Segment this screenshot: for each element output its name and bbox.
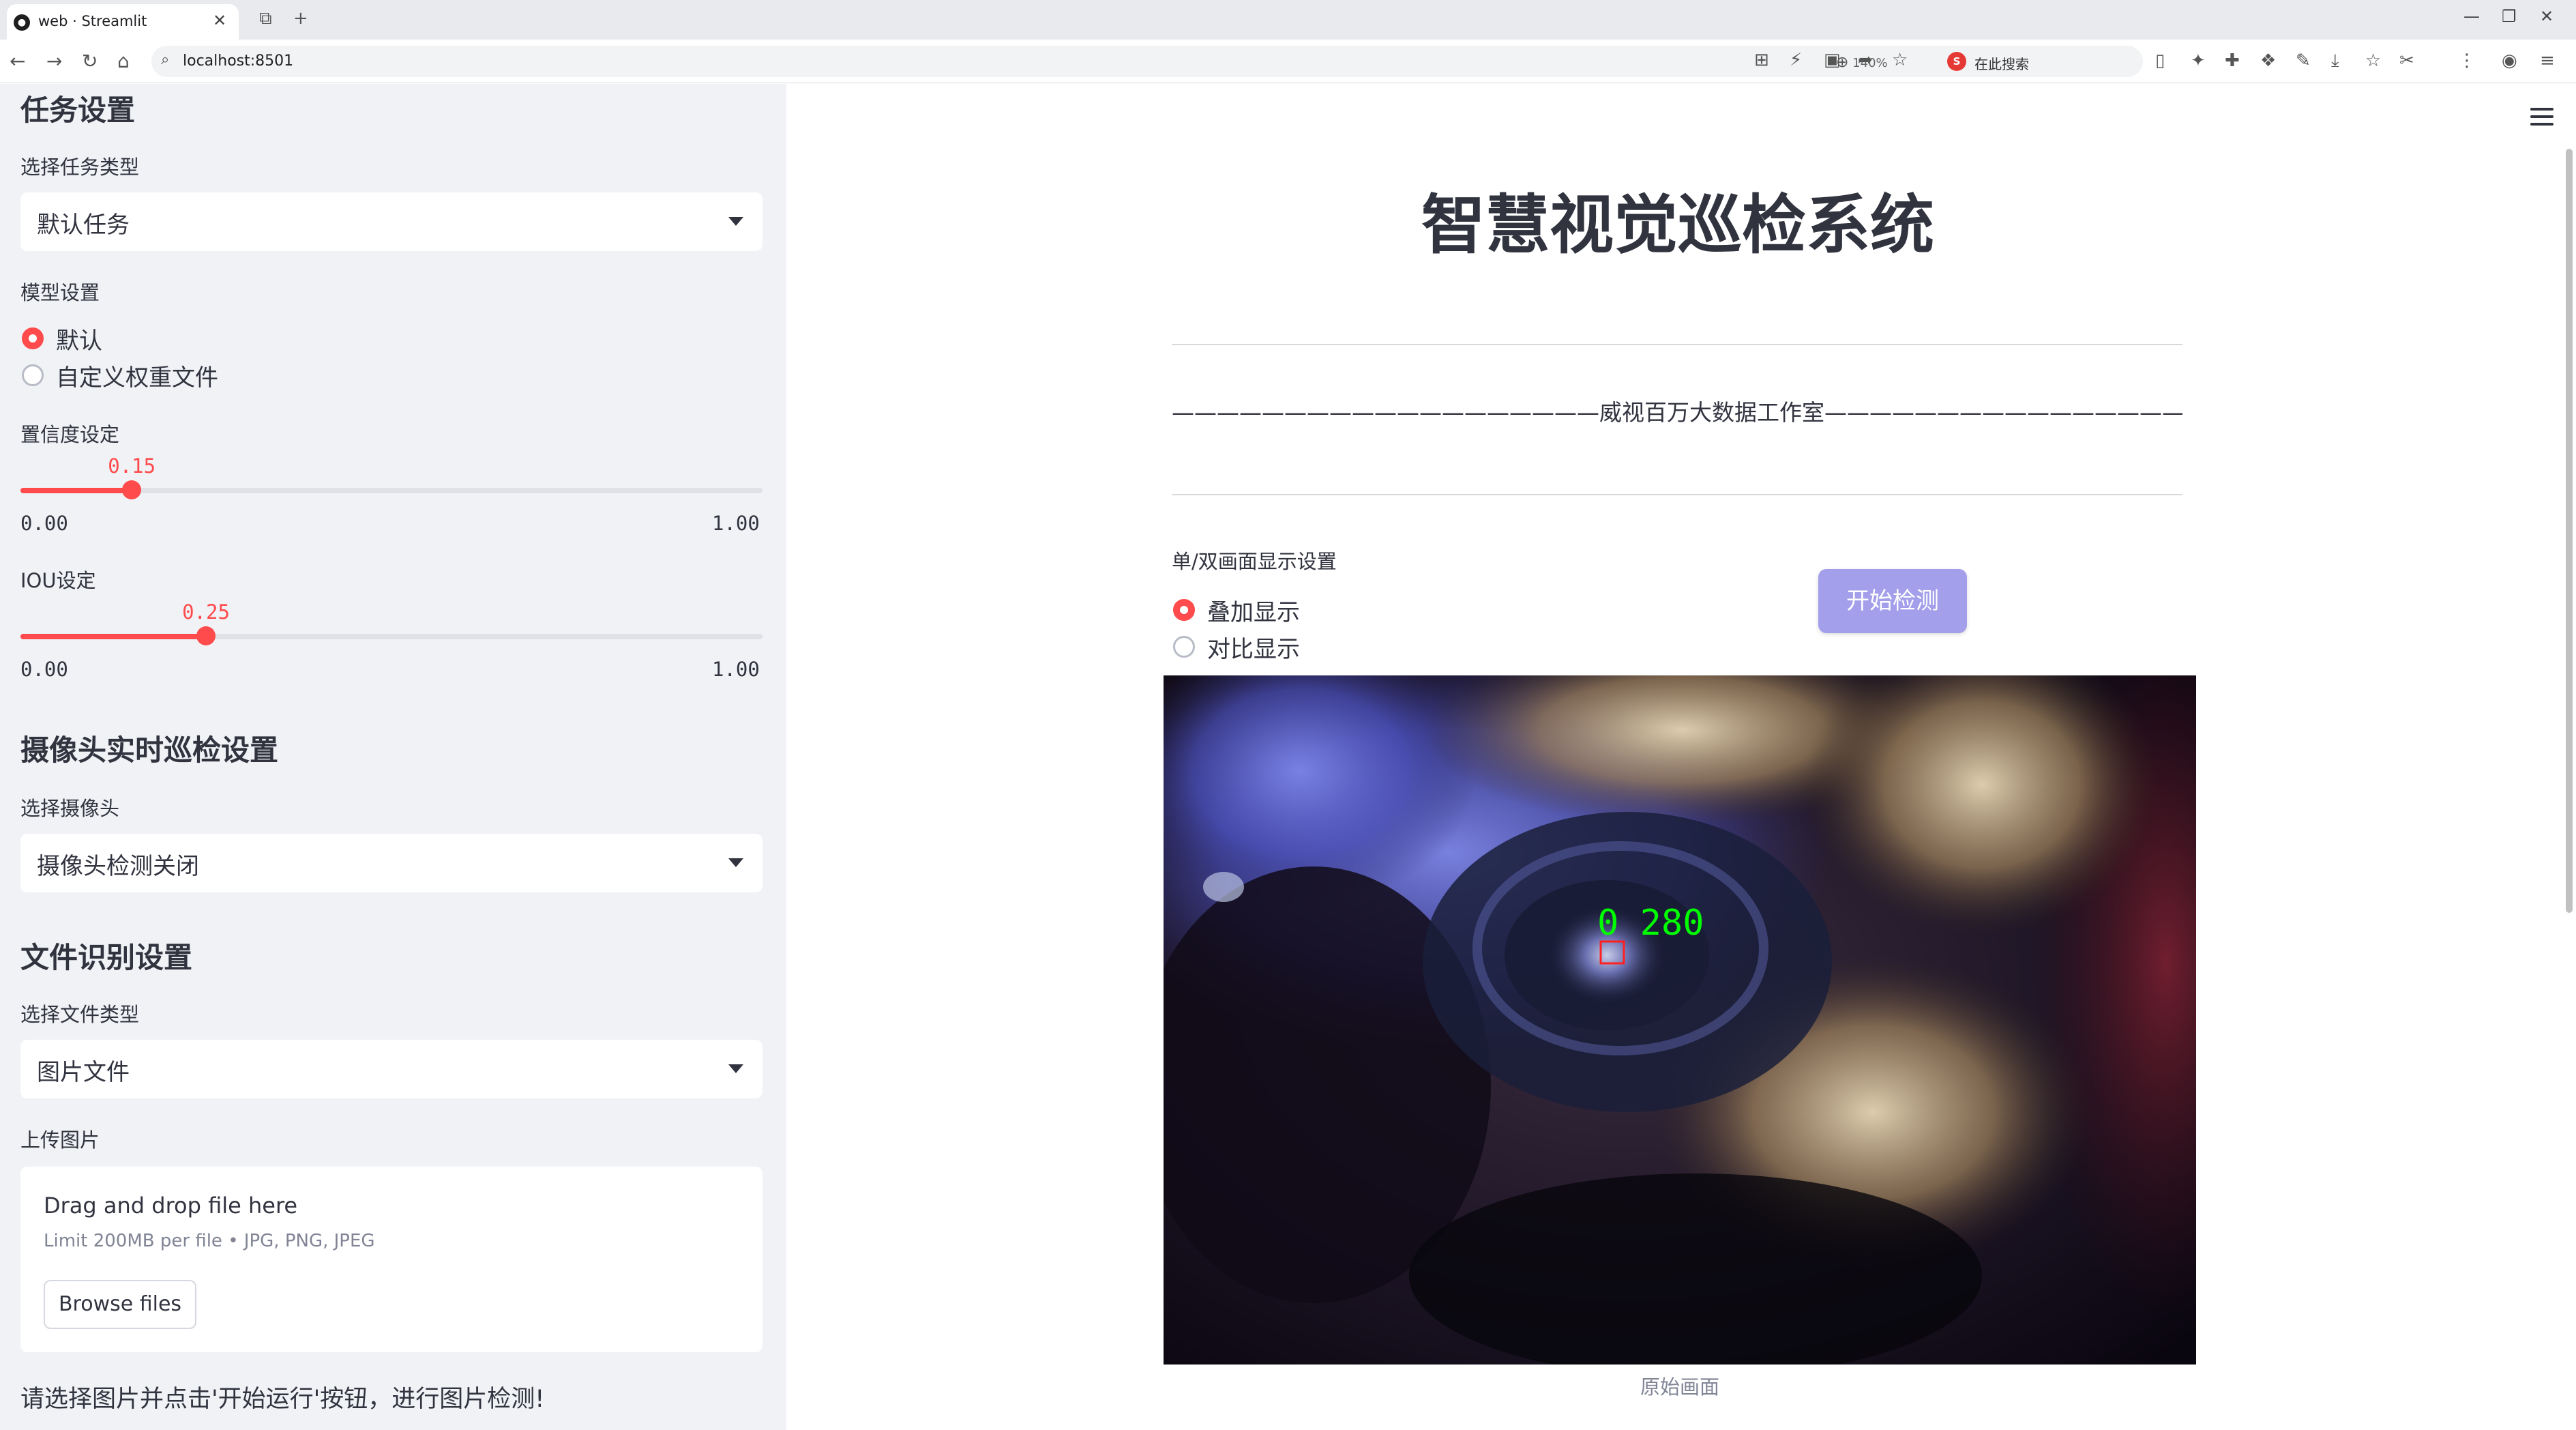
screenshot-icon[interactable]: ▣ — [1824, 50, 1841, 70]
home-icon[interactable]: ⌂ — [117, 49, 130, 74]
profile-avatar-icon[interactable]: ◉ — [2502, 50, 2517, 71]
upload-limits: Limit 200MB per file • JPG, PNG, JPEG — [44, 1231, 375, 1251]
camera-label: 选择摄像头 — [20, 797, 120, 820]
search-engine-logo-icon: S — [1947, 52, 1966, 71]
model-option-label: 默认 — [56, 327, 102, 355]
chevron-down-icon — [728, 217, 743, 226]
window-close-icon[interactable]: ✕ — [2540, 7, 2553, 26]
browser-menu-icon[interactable]: ≡ — [2540, 50, 2555, 71]
address-bar[interactable]: ⌕ localhost:8501 ⊕ 140% ⊞ ⚡ ▣ ➦ ☆ — [151, 46, 2143, 77]
model-settings-label: 模型设置 — [20, 281, 100, 304]
file-type-select[interactable]: 图片文件 — [20, 1040, 763, 1098]
file-uploader-dropzone[interactable]: Drag and drop file here Limit 200MB per … — [20, 1167, 763, 1352]
task-type-label: 选择任务类型 — [20, 156, 140, 179]
browse-files-button[interactable]: Browse files — [44, 1280, 196, 1329]
confidence-max: 1.00 — [712, 512, 760, 535]
back-icon[interactable]: ← — [10, 49, 25, 74]
radio-unselected-icon — [1173, 636, 1195, 658]
extension-icon[interactable]: ❖ — [2260, 50, 2276, 71]
scissors-icon[interactable]: ✂ — [2399, 50, 2414, 71]
search-placeholder: 在此搜索 — [1974, 56, 2029, 72]
browser-toolbar: ← → ↻ ⌂ ⌕ localhost:8501 ⊕ 140% ⊞ ⚡ ▣ ➦ … — [0, 40, 2576, 83]
display-option-label: 对比显示 — [1207, 636, 1300, 663]
camera-select[interactable]: 摄像头检测关闭 — [20, 834, 763, 892]
radio-selected-icon — [22, 327, 44, 349]
confidence-min: 0.00 — [20, 512, 68, 535]
download-icon[interactable]: ⤓ — [2331, 50, 2339, 71]
forward-icon[interactable]: → — [46, 49, 62, 74]
confidence-slider-fill — [20, 488, 132, 493]
tab-close-icon[interactable]: ✕ — [213, 11, 226, 30]
task-type-select[interactable]: 默认任务 — [20, 192, 763, 251]
image-caption: 原始画面 — [1640, 1375, 1719, 1399]
translate-icon[interactable]: ⊞ — [1754, 50, 1769, 70]
display-option-label: 叠加显示 — [1207, 599, 1300, 626]
streamlit-favicon-icon: ● — [14, 14, 30, 31]
divider — [1172, 494, 2182, 495]
restore-icon[interactable]: ❐ — [2502, 7, 2517, 26]
iou-max: 1.00 — [712, 658, 760, 681]
browser-tab[interactable]: ● web · Streamlit ✕ — [7, 4, 239, 40]
camera-settings-header: 摄像头实时巡检设置 — [20, 733, 279, 767]
camera-value: 摄像头检测关闭 — [37, 853, 199, 880]
radio-unselected-icon — [22, 364, 44, 386]
detection-label: 0 280 — [1597, 903, 1704, 944]
reload-icon[interactable]: ↻ — [82, 49, 98, 74]
iou-slider-thumb[interactable] — [196, 626, 216, 645]
upload-label: 上传图片 — [20, 1128, 100, 1152]
iou-slider-fill — [20, 634, 206, 639]
radio-selected-icon — [1173, 599, 1195, 621]
iou-slider[interactable] — [20, 626, 763, 645]
url-text: localhost:8501 — [183, 53, 294, 70]
share-icon[interactable]: ➦ — [1858, 50, 1873, 70]
browser-tab-bar: ● web · Streamlit ✕ ⧉ + — ❐ ✕ — [0, 0, 2576, 40]
iou-min: 0.00 — [20, 658, 68, 681]
display-mode-label: 单/双画面显示设置 — [1172, 550, 1337, 573]
task-settings-header: 任务设置 — [20, 93, 136, 127]
tab-title: web · Streamlit — [38, 13, 147, 29]
lightning-icon[interactable]: ⚡ — [1790, 50, 1802, 70]
new-tab-icon[interactable]: + — [293, 8, 308, 29]
iou-value: 0.25 — [182, 600, 230, 624]
hamburger-menu-icon[interactable] — [2530, 108, 2553, 130]
inspection-photo: 0 280 — [1164, 675, 2196, 1365]
extension-icon[interactable]: ✎ — [2296, 50, 2311, 71]
chevron-down-icon — [728, 1064, 743, 1073]
tab-groups-icon[interactable]: ⧉ — [259, 8, 272, 29]
iou-label: IOU设定 — [20, 569, 96, 592]
minimize-icon[interactable]: — — [2463, 7, 2480, 26]
page-title: 智慧视觉巡检系统 — [1421, 188, 1934, 263]
detection-preview-image: 0 280 — [1164, 675, 2196, 1365]
file-settings-header: 文件识别设置 — [20, 941, 193, 974]
device-icon[interactable]: ▯ — [2155, 50, 2165, 71]
confidence-label: 置信度设定 — [20, 423, 120, 446]
more-menu-icon[interactable]: ⋮ — [2458, 50, 2476, 71]
extension-icon[interactable]: ✦ — [2191, 50, 2206, 71]
task-type-value: 默认任务 — [37, 211, 130, 239]
start-detection-button[interactable]: 开始检测 — [1818, 569, 1967, 633]
sidebar-instruction-note: 请选择图片并点击'开始运行'按钮，进行图片检测! — [20, 1386, 545, 1413]
main-scrollbar[interactable] — [2566, 149, 2573, 913]
confidence-value: 0.15 — [108, 454, 156, 478]
studio-banner: ———————————————————威视百万大数据工作室———————————… — [1172, 399, 2182, 426]
search-engine-box[interactable]: S 在此搜索 — [1940, 46, 2142, 77]
search-icon: ⌕ — [161, 51, 170, 68]
confidence-slider-thumb[interactable] — [122, 480, 142, 499]
model-option-label: 自定义权重文件 — [56, 364, 218, 392]
upload-instructions: Drag and drop file here — [44, 1193, 298, 1219]
file-type-label: 选择文件类型 — [20, 1003, 140, 1026]
favorites-icon[interactable]: ☆ — [2365, 50, 2381, 71]
divider — [1172, 344, 2182, 345]
file-type-value: 图片文件 — [37, 1059, 130, 1086]
chevron-down-icon — [728, 858, 743, 867]
extension-icon[interactable]: ✚ — [2225, 50, 2240, 71]
bookmark-star-icon[interactable]: ☆ — [1892, 50, 1908, 70]
confidence-slider[interactable] — [20, 480, 763, 499]
